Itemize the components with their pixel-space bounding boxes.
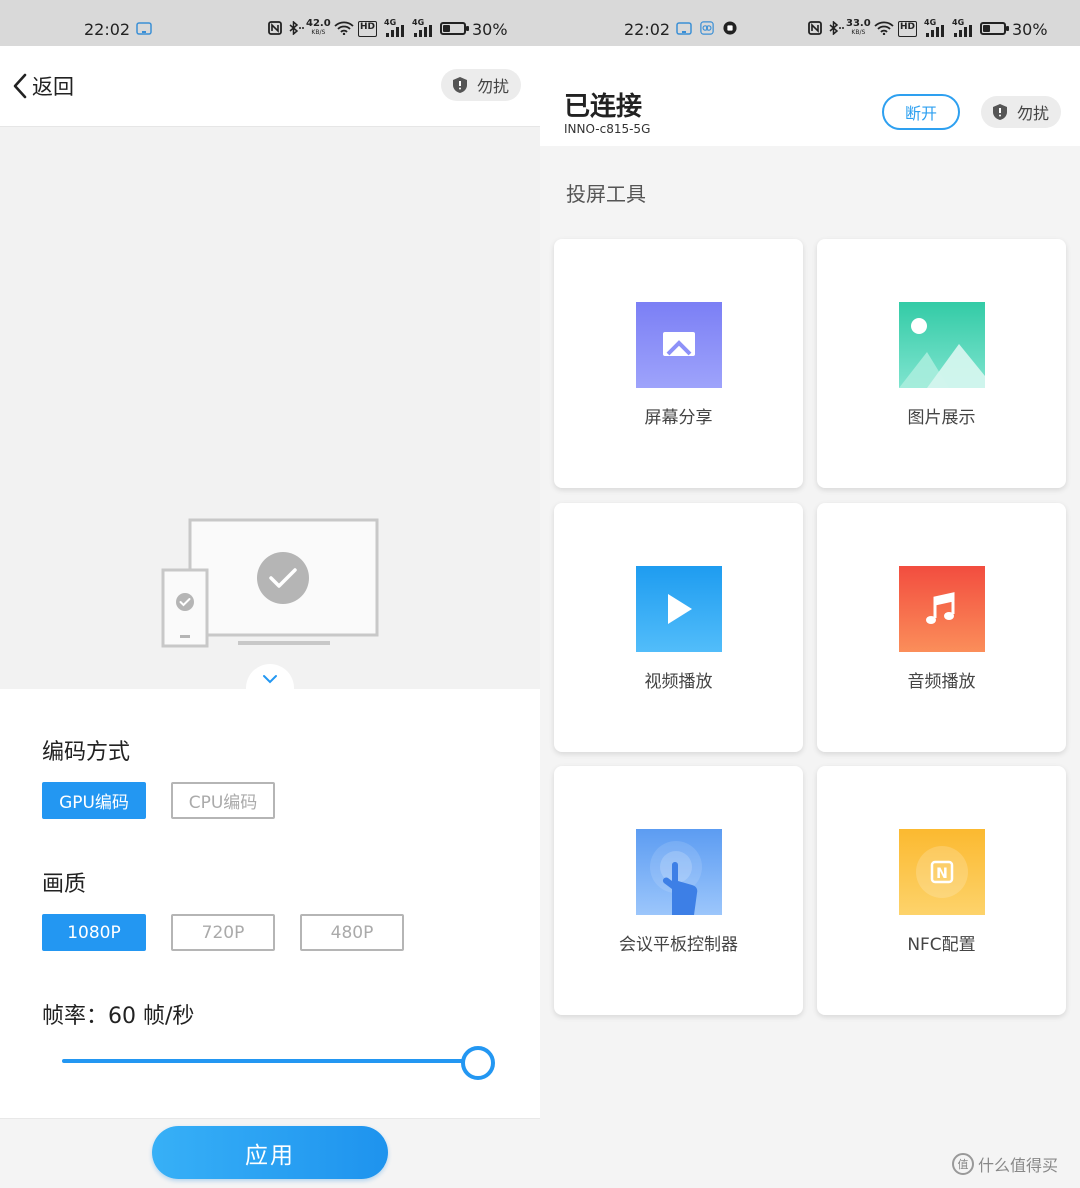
- hd-badge: HD: [898, 21, 918, 37]
- bluetooth-icon: [829, 21, 844, 35]
- status-bar: 22:02 33.0 KB/S HD 4G 4G 30%: [540, 0, 1080, 46]
- cast-notification-icon: [136, 22, 152, 35]
- tile-screen-share[interactable]: 屏幕分享: [554, 239, 803, 488]
- disconnect-button[interactable]: 断开: [882, 94, 960, 130]
- watermark-icon: 值: [952, 1153, 974, 1175]
- battery-percent: 30%: [472, 20, 508, 39]
- back-button[interactable]: 返回: [12, 68, 74, 104]
- tools-section-title: 投屏工具: [566, 182, 646, 206]
- net-speed: 42.0 KB/S: [306, 18, 331, 37]
- top-bar: 返回 勿扰: [0, 46, 540, 127]
- screen-share-icon: [636, 302, 722, 388]
- status-time: 22:02: [84, 20, 131, 39]
- tile-label: 会议平板控制器: [619, 935, 738, 955]
- connected-ssid: INNO-c815-5G: [564, 122, 651, 136]
- tile-label: NFC配置: [907, 935, 976, 955]
- tile-label: 音频播放: [907, 672, 976, 692]
- tile-picture-display[interactable]: 图片展示: [817, 239, 1066, 488]
- wifi-icon: [334, 21, 354, 35]
- do-not-disturb-button[interactable]: 勿扰: [441, 69, 522, 101]
- bluetooth-icon: [289, 21, 304, 35]
- nfc-glyph: N: [936, 866, 948, 882]
- device-connected-illustration: [161, 518, 379, 648]
- right-screen: 22:02 33.0 KB/S HD 4G 4G 30% 已连接 INNO-c81…: [540, 0, 1080, 1188]
- do-not-disturb-button[interactable]: 勿扰: [981, 96, 1062, 128]
- tile-audio-play[interactable]: 音频播放: [817, 503, 1066, 752]
- battery-icon: [440, 22, 469, 35]
- nfc-status-icon: [268, 21, 282, 35]
- dnd-label: 勿扰: [1017, 104, 1050, 123]
- video-play-icon: [636, 566, 722, 652]
- tile-label: 视频播放: [644, 672, 713, 692]
- nfc-status-icon: [808, 21, 822, 35]
- dnd-label: 勿扰: [477, 77, 510, 96]
- framerate-slider-track[interactable]: [62, 1059, 478, 1063]
- chevron-left-icon: [13, 73, 27, 99]
- apply-button[interactable]: 应用: [152, 1126, 388, 1179]
- quality-title: 画质: [42, 872, 87, 897]
- message-notification-icon: [723, 21, 737, 35]
- hd-badge: HD: [358, 21, 378, 37]
- tile-nfc-config[interactable]: N NFC配置: [817, 766, 1066, 1015]
- watermark-text: 什么值得买: [978, 1156, 1059, 1175]
- cast-notification-icon: [676, 22, 692, 35]
- back-label: 返回: [32, 75, 74, 99]
- status-time: 22:02: [624, 20, 671, 39]
- left-screen: 22:02 42.0 KB/S HD 4G 4G 30% 返回 勿扰 编码方式 …: [0, 0, 540, 1188]
- signal-icon-2: [414, 25, 432, 37]
- connection-header: 已连接 INNO-c815-5G 断开 勿扰: [540, 46, 1080, 146]
- shield-icon: [993, 104, 1007, 120]
- wifi-icon: [874, 21, 894, 35]
- watermark: 值 什么值得买: [952, 1152, 1058, 1176]
- shield-icon: [453, 77, 467, 93]
- option-cpu-encoding[interactable]: CPU编码: [171, 782, 275, 819]
- option-gpu-encoding[interactable]: GPU编码: [42, 782, 146, 819]
- option-480p[interactable]: 480P: [300, 914, 404, 951]
- framerate-label: 帧率：60 帧/秒: [42, 1004, 195, 1029]
- music-note-icon: [899, 566, 985, 652]
- encoding-title: 编码方式: [42, 740, 131, 765]
- nfc-icon: N: [899, 829, 985, 915]
- tile-video-play[interactable]: 视频播放: [554, 503, 803, 752]
- option-720p[interactable]: 720P: [171, 914, 275, 951]
- status-bar: 22:02 42.0 KB/S HD 4G 4G 30%: [0, 0, 540, 46]
- signal-icon-2: [954, 25, 972, 37]
- framerate-slider-handle[interactable]: [461, 1046, 495, 1080]
- connection-status-title: 已连接: [564, 92, 643, 122]
- signal-icon-1: [926, 25, 944, 37]
- option-1080p[interactable]: 1080P: [42, 914, 146, 951]
- chevron-down-icon: [263, 675, 277, 684]
- tile-label: 图片展示: [907, 408, 976, 428]
- battery-icon: [980, 22, 1009, 35]
- touch-hand-icon: [636, 829, 722, 915]
- app-notification-icon: [700, 21, 714, 35]
- tile-meeting-tablet-controller[interactable]: 会议平板控制器: [554, 766, 803, 1015]
- net-speed: 33.0 KB/S: [846, 18, 871, 37]
- battery-percent: 30%: [1012, 20, 1048, 39]
- signal-icon-1: [386, 25, 404, 37]
- tile-label: 屏幕分享: [644, 408, 713, 428]
- picture-icon: [899, 302, 985, 388]
